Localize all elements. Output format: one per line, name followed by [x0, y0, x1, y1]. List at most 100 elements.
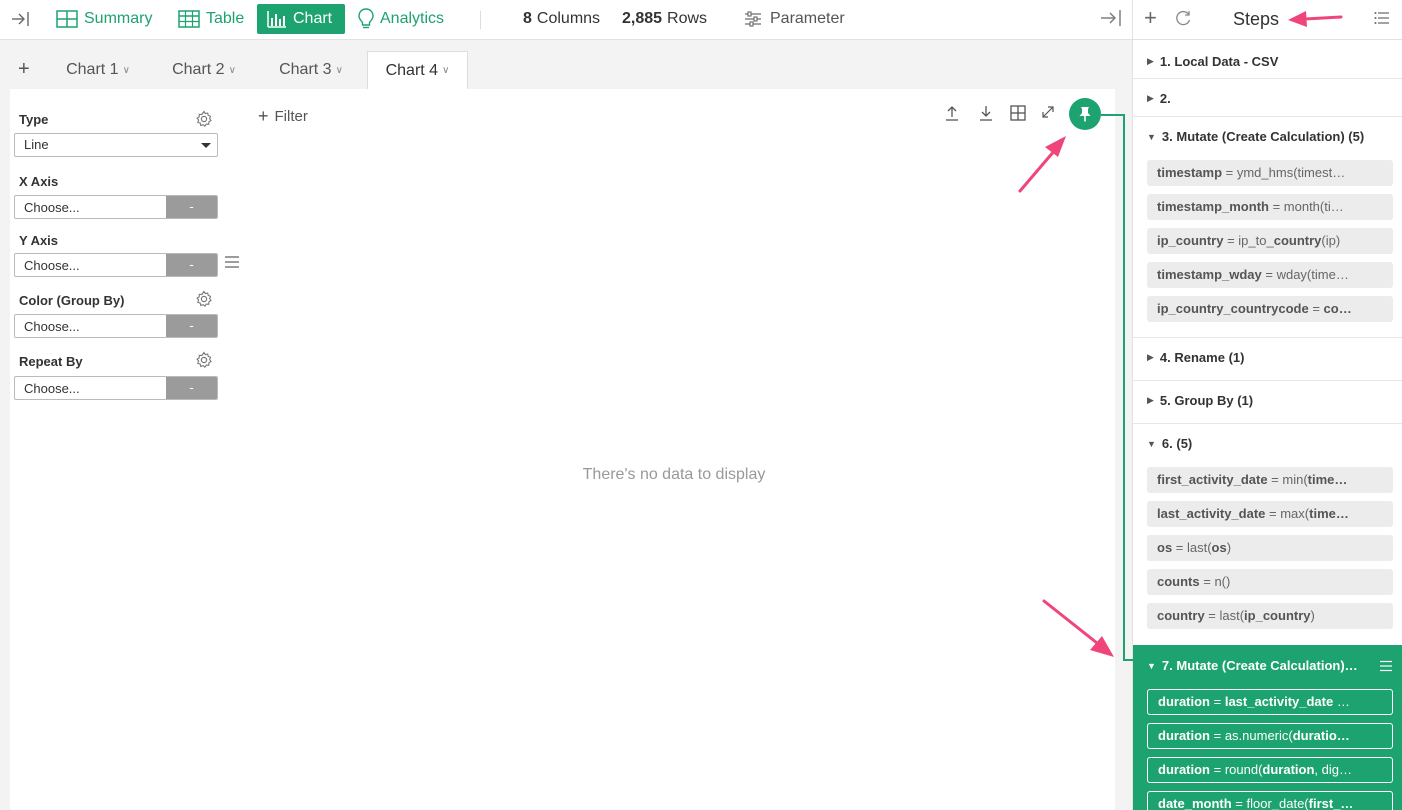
step-item[interactable]: timestamp_wday = wday(time…: [1147, 262, 1393, 288]
step-item[interactable]: os = last(os): [1147, 535, 1393, 561]
add-filter-button[interactable]: + Filter: [258, 106, 308, 127]
lightbulb-icon: [358, 8, 374, 29]
step-item[interactable]: first_activity_date = min(time…: [1147, 467, 1393, 493]
step-item-expr-bold: co…: [1323, 301, 1352, 316]
color-group-dash-button[interactable]: -: [166, 315, 217, 337]
refresh-icon[interactable]: [1174, 9, 1192, 30]
step-1[interactable]: ▶ 1. Local Data - CSV: [1147, 54, 1278, 69]
chart-tabs-bar: + Chart 1 ∨ Chart 2 ∨ Chart 3 ∨ Chart 4 ∨: [0, 41, 1132, 89]
add-step-button[interactable]: +: [1144, 6, 1157, 30]
add-chart-button[interactable]: +: [18, 59, 30, 79]
chart-type-select[interactable]: Line: [14, 133, 218, 157]
step-item[interactable]: country = last(ip_country): [1147, 603, 1393, 629]
step-item-name: duration: [1158, 694, 1210, 709]
step-item-name: timestamp_month: [1157, 199, 1269, 214]
step-item-name: date_month: [1158, 796, 1232, 810]
step-item-name: duration: [1158, 728, 1210, 743]
color-group-select[interactable]: Choose... -: [14, 314, 218, 338]
step-item-expr: =: [1210, 694, 1225, 709]
step-item[interactable]: ip_country_countrycode = co…: [1147, 296, 1393, 322]
gear-icon[interactable]: [195, 110, 213, 131]
step-item-name: os: [1157, 540, 1173, 555]
step-item[interactable]: ip_country = ip_to_country(ip): [1147, 228, 1393, 254]
hamburger-menu-icon[interactable]: [1379, 659, 1393, 675]
step-item[interactable]: date_month = floor_date(first_…: [1147, 791, 1393, 810]
repeat-by-label: Repeat By: [19, 354, 83, 369]
step-item[interactable]: timestamp = ymd_hms(timest…: [1147, 160, 1393, 186]
step-6[interactable]: ▼ 6. (5): [1147, 436, 1192, 451]
table-icon: [178, 10, 200, 28]
top-toolbar: Summary Table Chart Analytics 8 Columns …: [0, 0, 1132, 40]
tab-analytics[interactable]: Analytics: [358, 4, 444, 34]
pin-icon: [1079, 107, 1091, 122]
step-item[interactable]: timestamp_month = month(ti…: [1147, 194, 1393, 220]
step-item-expr-bold: time…: [1307, 472, 1348, 487]
tab-summary[interactable]: Summary: [56, 4, 152, 34]
step-item[interactable]: last_activity_date = max(time…: [1147, 501, 1393, 527]
pin-button[interactable]: [1069, 98, 1101, 130]
rows-count: 2,885 Rows: [622, 4, 707, 34]
step-item-expr-bold: os: [1211, 540, 1227, 555]
repeat-by-select[interactable]: Choose... -: [14, 376, 218, 400]
step-item[interactable]: duration = as.numeric(duratio…: [1147, 723, 1393, 749]
steps-panel: + Steps ▶ 1. Local Data - CSV ▶ 2. ▼ 3. Mut…: [1132, 0, 1402, 810]
step-label: 2.: [1159, 91, 1171, 106]
chart-main-panel: Type Line X Axis Choose... - Y Axis Choo…: [10, 89, 1115, 810]
collapse-left-icon[interactable]: [10, 4, 38, 34]
step-item[interactable]: counts = n(): [1147, 569, 1393, 595]
x-axis-dash-button[interactable]: -: [166, 196, 217, 218]
y-axis-select[interactable]: Choose... -: [14, 253, 218, 277]
x-axis-label: X Axis: [19, 174, 59, 189]
chart-tab-3[interactable]: Chart 3 ∨: [264, 51, 358, 89]
expand-icon[interactable]: [1041, 105, 1055, 122]
chart-tab-4[interactable]: Chart 4 ∨: [367, 51, 468, 89]
y-axis-dash-button[interactable]: -: [166, 254, 217, 276]
step-item-expr: = n(): [1199, 574, 1231, 589]
list-view-icon[interactable]: [1374, 11, 1390, 28]
step-item-expr: =: [1308, 301, 1324, 316]
step-item[interactable]: duration = round(duration, dig…: [1147, 757, 1393, 783]
plus-icon: +: [258, 106, 269, 126]
caret-down-icon: ▼: [1147, 660, 1156, 671]
columns-count-label: Columns: [536, 10, 601, 27]
toolbar-divider: [480, 11, 481, 29]
caret-right-icon: ▶: [1147, 395, 1154, 405]
step-item-expr: = ymd_hms(timest…: [1222, 165, 1346, 180]
grid-layout-icon[interactable]: [1010, 105, 1026, 124]
step-item-expr: = min(: [1267, 472, 1308, 487]
step-item-name: counts: [1157, 574, 1200, 589]
summary-grid-icon: [56, 10, 78, 28]
chart-tab-1[interactable]: Chart 1 ∨: [50, 51, 146, 89]
parameter-button[interactable]: Parameter: [744, 4, 845, 34]
caret-down-icon: ▼: [1147, 131, 1156, 142]
x-axis-select[interactable]: Choose... -: [14, 195, 218, 219]
step-2[interactable]: ▶ 2.: [1147, 91, 1171, 106]
tab-chart[interactable]: Chart: [257, 4, 345, 34]
step-item[interactable]: duration = last_activity_date …: [1147, 689, 1393, 715]
step-3[interactable]: ▼ 3. Mutate (Create Calculation) (5): [1147, 129, 1364, 144]
tab-analytics-label: Analytics: [380, 10, 445, 27]
step-item-expr: = last(: [1172, 540, 1212, 555]
collapse-right-icon[interactable]: [1100, 8, 1122, 31]
step-label: 6. (5): [1161, 436, 1193, 451]
step-7-active[interactable]: ▼ 7. Mutate (Create Calculation)… duratio…: [1133, 645, 1402, 810]
step-item-expr-bold: time…: [1309, 506, 1349, 521]
step-5[interactable]: ▶ 5. Group By (1): [1147, 393, 1253, 408]
step-4[interactable]: ▶ 4. Rename (1): [1147, 350, 1244, 365]
type-label: Type: [19, 112, 49, 127]
download-icon[interactable]: [979, 105, 993, 124]
gear-icon[interactable]: [195, 290, 213, 311]
chart-tab-2[interactable]: Chart 2 ∨: [158, 51, 250, 89]
divider: [1133, 337, 1402, 338]
step-7-title[interactable]: ▼ 7. Mutate (Create Calculation)…: [1147, 658, 1358, 673]
color-group-label: Color (Group By): [19, 293, 125, 308]
tab-table[interactable]: Table: [178, 4, 244, 34]
repeat-by-dash-button[interactable]: -: [166, 377, 217, 399]
caret-down-icon: [201, 143, 211, 148]
gear-icon[interactable]: [195, 351, 213, 372]
step-item-expr-tail: ): [1226, 540, 1232, 555]
upload-icon[interactable]: [945, 105, 959, 124]
hamburger-menu-icon[interactable]: [224, 255, 240, 272]
columns-count: 8 Columns: [523, 4, 600, 34]
parameter-label: Parameter: [770, 10, 845, 27]
